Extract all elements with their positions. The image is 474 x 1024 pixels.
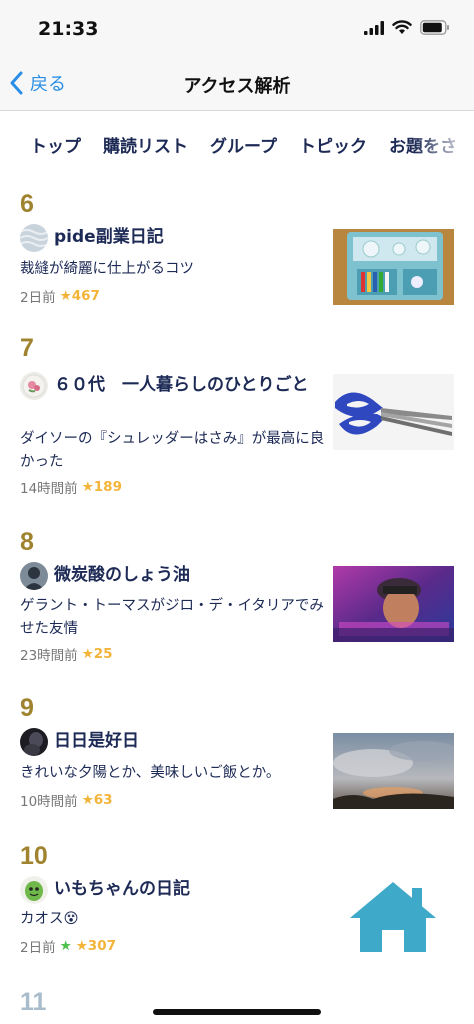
entry-meta: 23時間前 ★25 — [20, 644, 113, 664]
battery-icon — [420, 20, 449, 35]
nav-bar: 戻る アクセス解析 — [0, 56, 474, 111]
star-count[interactable]: ★63 — [82, 792, 113, 808]
blog-name: pide副業日記 — [54, 227, 164, 247]
star-count[interactable]: ★307 — [76, 938, 116, 954]
green-star-icon: ★ — [59, 938, 72, 954]
home-indicator[interactable] — [153, 1009, 321, 1015]
blog-row[interactable]: pide副業日記 — [20, 224, 320, 252]
tab-groups[interactable]: グループ — [210, 132, 277, 157]
entry-time: 23時間前 — [20, 648, 78, 664]
entry-thumbnail[interactable] — [333, 229, 454, 305]
home-button[interactable] — [348, 880, 438, 954]
home-icon — [350, 882, 436, 952]
entry-thumbnail[interactable] — [333, 733, 454, 809]
blog-row[interactable]: 微炭酸のしょう油 — [20, 562, 320, 590]
tab-fade — [414, 112, 474, 174]
entry-thumbnail[interactable] — [333, 374, 454, 450]
entry-time: 14時間前 — [20, 481, 78, 497]
entry-title[interactable]: カオス😵 — [20, 908, 325, 931]
entry-meta: 2日前 ★467 — [20, 286, 100, 306]
signal-icon — [364, 20, 384, 35]
blog-row[interactable]: いもちゃんの日記 — [20, 876, 320, 904]
tab-top[interactable]: トップ — [30, 132, 81, 157]
status-time: 21:33 — [38, 18, 99, 40]
rank-number: 10 — [20, 842, 48, 870]
wifi-icon — [392, 20, 412, 34]
blog-name: ６０代 一人暮らしのひとりごと — [54, 375, 309, 395]
rank-number: 11 — [20, 988, 47, 1016]
entry-time: 2日前 — [20, 290, 56, 306]
avatar — [20, 224, 48, 252]
avatar — [20, 876, 48, 904]
rank-number: 6 — [20, 190, 34, 218]
tab-topics[interactable]: トピック — [299, 132, 367, 157]
blog-row[interactable]: ６０代 一人暮らしのひとりごと — [20, 372, 320, 400]
avatar — [20, 562, 48, 590]
status-bar: 21:33 — [0, 0, 474, 56]
entry-title[interactable]: ゲラント・トーマスがジロ・デ・イタリアでみせた友情 — [20, 595, 325, 641]
status-icons — [364, 20, 450, 35]
tab-bar: トップ 購読リスト グループ トピック お題をさ — [0, 112, 474, 174]
tab-subscriptions[interactable]: 購読リスト — [103, 132, 188, 157]
star-count[interactable]: ★467 — [60, 288, 100, 304]
star-count[interactable]: ★189 — [82, 479, 122, 495]
rank-number: 8 — [20, 528, 34, 556]
entry-title[interactable]: ダイソーの『シュレッダーはさみ』が最高に良かった — [20, 428, 325, 474]
entry-meta: 14時間前 ★189 — [20, 477, 122, 497]
rank-number: 7 — [20, 334, 34, 362]
avatar — [20, 728, 48, 756]
blog-name: いもちゃんの日記 — [54, 879, 190, 899]
tabs: トップ 購読リスト グループ トピック お題をさ — [30, 132, 457, 157]
avatar — [20, 372, 48, 400]
blog-row[interactable]: 日日是好日 — [20, 728, 320, 756]
entry-meta: 2日前 ★ ★307 — [20, 936, 116, 956]
entry-time: 2日前 — [20, 940, 56, 956]
rank-number: 9 — [20, 694, 34, 722]
entry-title[interactable]: きれいな夕陽とか、美味しいご飯とか。 — [20, 762, 325, 785]
entry-time: 10時間前 — [20, 794, 78, 810]
blog-name: 日日是好日 — [54, 731, 139, 751]
entry-thumbnail[interactable] — [333, 566, 454, 642]
entry-meta: 10時間前 ★63 — [20, 790, 113, 810]
page-title: アクセス解析 — [183, 76, 291, 97]
entry-title[interactable]: 裁縫が綺麗に仕上がるコツ — [20, 258, 325, 281]
star-count[interactable]: ★25 — [82, 646, 113, 662]
blog-name: 微炭酸のしょう油 — [54, 565, 190, 585]
